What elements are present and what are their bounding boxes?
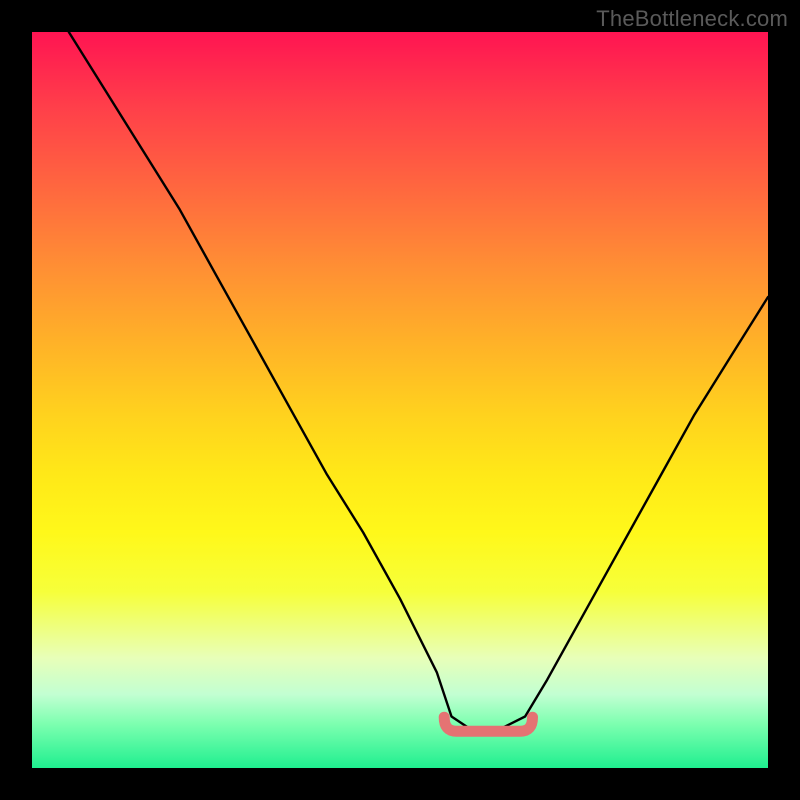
- watermark-text: TheBottleneck.com: [596, 6, 788, 32]
- bottleneck-curve: [69, 32, 768, 731]
- chart-frame: TheBottleneck.com: [0, 0, 800, 800]
- chart-plot-area: [32, 32, 768, 768]
- curve-svg: [32, 32, 768, 768]
